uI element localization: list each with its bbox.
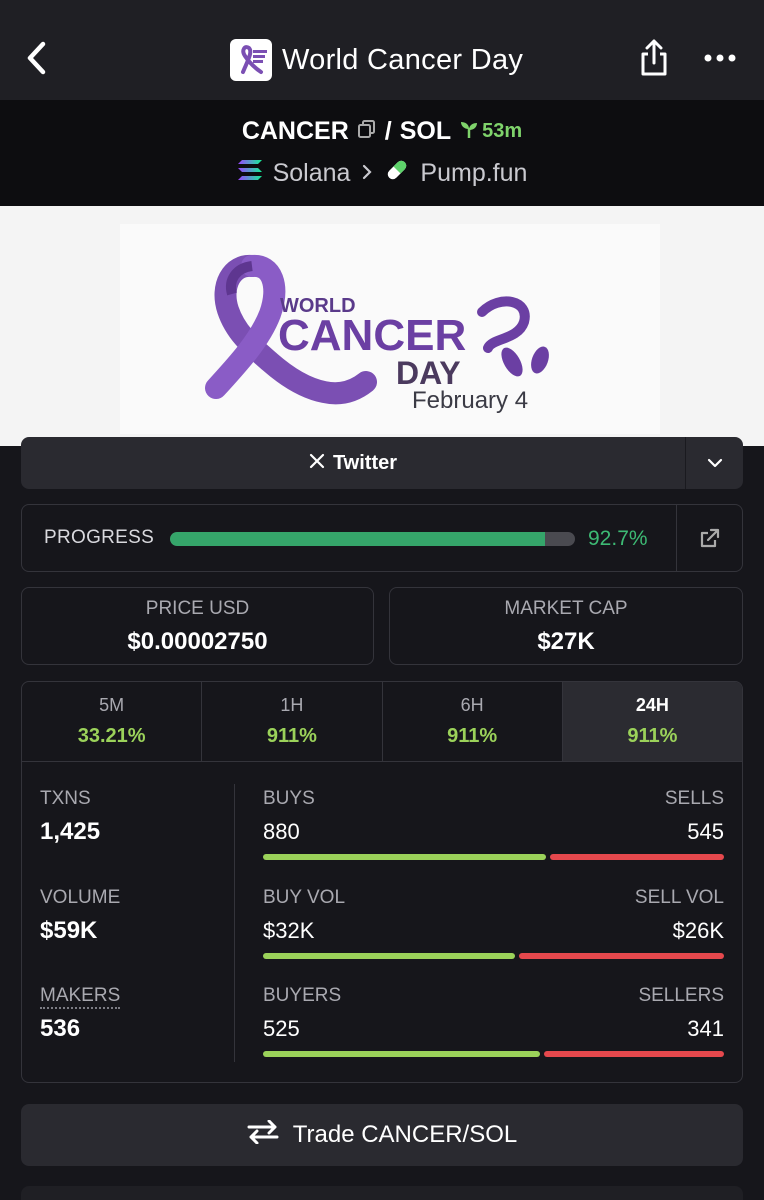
- banner-artwork: WORLD CANCER DAY February 4: [120, 224, 660, 434]
- txns-metric: TXNS 1,425: [40, 788, 100, 846]
- sellers-label: SELLERS: [638, 985, 724, 1006]
- price-usd-card: PRICE USD $0.00002750: [21, 587, 374, 665]
- base-symbol: CANCER: [241, 117, 349, 145]
- price-usd-label: PRICE USD: [145, 598, 250, 619]
- progress-bar: [170, 532, 575, 546]
- banner-cancer-text: CANCER: [278, 311, 466, 360]
- chevron-right-icon: [360, 159, 374, 188]
- banner-date-text: February 4: [412, 387, 528, 414]
- tab-label: 6H: [460, 695, 484, 715]
- sells-value: 545: [687, 819, 724, 844]
- sellers-ratio-bar-fill: [544, 1051, 724, 1057]
- tab-24h[interactable]: 24H 911%: [562, 682, 742, 761]
- tab-label: 5M: [99, 695, 125, 715]
- buyers-ratio-bar-fill: [263, 1051, 541, 1057]
- market-cap-label: MARKET CAP: [504, 598, 628, 619]
- next-section-edge: [21, 1186, 743, 1200]
- back-chevron-icon[interactable]: [18, 38, 54, 78]
- buy-ratio-bar: [263, 854, 546, 860]
- buys-sells-ratio-bar: [263, 854, 724, 860]
- twitter-link-bar: Twitter: [21, 437, 743, 489]
- buys-label: BUYS: [263, 788, 315, 809]
- twitter-label: Twitter: [332, 451, 398, 474]
- tab-6h[interactable]: 6H 911%: [383, 682, 563, 761]
- timeframe-tabs: 5M 33.21% 1H 911% 6H 911% 24H 911%: [22, 682, 742, 762]
- copy-icon[interactable]: [357, 117, 377, 146]
- market-cap-card: MARKET CAP $27K: [389, 587, 743, 665]
- market-cap-value: $27K: [537, 628, 595, 655]
- bonding-progress-card: PROGRESS 92.7%: [21, 504, 743, 572]
- x-logo-icon: [309, 452, 325, 475]
- seedling-icon: [459, 119, 479, 145]
- sells-label: SELLS: [664, 788, 724, 809]
- chain-breadcrumb: Solana Pump.fun: [0, 157, 764, 190]
- tab-1h[interactable]: 1H 911%: [202, 682, 383, 761]
- buyers-ratio-bar: [263, 1051, 724, 1057]
- dex-name[interactable]: Pump.fun: [420, 159, 527, 188]
- sell-ratio-bar: [549, 854, 724, 860]
- pair-header: CANCER / SOL 53m Solana Pump.fun: [0, 100, 764, 206]
- volume-metric: VOLUME $59K: [40, 887, 120, 945]
- buyers-value: 525: [263, 1016, 300, 1041]
- swap-arrows-icon: [247, 1119, 279, 1151]
- tab-change: 33.21%: [77, 725, 146, 747]
- txns-label: TXNS: [40, 788, 91, 809]
- tab-change: 911%: [627, 725, 678, 747]
- page-title: World Cancer Day: [282, 43, 524, 76]
- token-banner-image: WORLD CANCER DAY February 4: [0, 206, 764, 446]
- chevron-down-icon[interactable]: [685, 437, 743, 489]
- makers-value: 536: [40, 1015, 81, 1042]
- share-icon[interactable]: [634, 36, 674, 80]
- trade-button-label: Trade CANCER/SOL: [292, 1121, 518, 1148]
- pair-age-value: 53m: [482, 120, 523, 142]
- makers-metric: MAKERS 536: [40, 985, 121, 1043]
- sell-vol-value: $26K: [672, 918, 724, 943]
- token-logo-icon: [230, 39, 272, 81]
- tab-change: 911%: [447, 725, 498, 747]
- tab-label: 24H: [635, 695, 669, 715]
- tab-5m[interactable]: 5M 33.21%: [22, 682, 203, 761]
- pair-age: 53m: [459, 119, 522, 145]
- sell-vol-label: SELL VOL: [634, 887, 724, 908]
- chain-name[interactable]: Solana: [273, 159, 351, 188]
- external-link-icon[interactable]: [676, 505, 742, 571]
- volume-value: $59K: [40, 917, 98, 944]
- more-options-icon[interactable]: [700, 40, 740, 76]
- buyers-label: BUYERS: [263, 985, 342, 1006]
- buyers-sellers-metric: BUYERS SELLERS 525 341: [263, 985, 724, 1065]
- pair-separator: /: [384, 117, 392, 145]
- trade-button[interactable]: Trade CANCER/SOL: [21, 1104, 743, 1166]
- price-usd-value: $0.00002750: [127, 628, 268, 655]
- timeframe-stats-card: 5M 33.21% 1H 911% 6H 911% 24H 911% TXNS …: [21, 681, 743, 1083]
- makers-label[interactable]: MAKERS: [40, 985, 121, 1009]
- buy-sell-volume-metric: BUY VOL SELL VOL $32K $26K: [263, 887, 724, 967]
- column-divider: [234, 784, 235, 1062]
- solana-icon: [237, 159, 263, 188]
- pair-row: CANCER / SOL 53m: [0, 117, 764, 146]
- sell-vol-ratio-bar: [519, 953, 724, 959]
- buys-sells-metric: BUYS SELLS 880 545: [263, 788, 724, 868]
- top-bar: World Cancer Day: [0, 0, 764, 100]
- progress-label: PROGRESS: [44, 527, 155, 548]
- pill-icon: [384, 157, 410, 190]
- buy-vol-value: $32K: [263, 918, 315, 943]
- sellers-value: 341: [687, 1016, 724, 1041]
- txns-value: 1,425: [40, 818, 101, 845]
- twitter-button[interactable]: Twitter: [21, 437, 685, 489]
- progress-percent: 92.7%: [588, 527, 648, 550]
- banner-day-text: DAY: [396, 355, 461, 391]
- tab-change: 911%: [266, 725, 317, 747]
- buys-value: 880: [263, 819, 300, 844]
- buy-vol-label: BUY VOL: [263, 887, 346, 908]
- volume-label: VOLUME: [40, 887, 121, 908]
- title-group: World Cancer Day: [230, 38, 523, 82]
- progress-bar-fill: [170, 532, 546, 546]
- tab-label: 1H: [280, 695, 304, 715]
- buy-vol-ratio-bar: [263, 953, 516, 959]
- volume-ratio-bar: [263, 953, 724, 959]
- quote-symbol: SOL: [399, 117, 452, 145]
